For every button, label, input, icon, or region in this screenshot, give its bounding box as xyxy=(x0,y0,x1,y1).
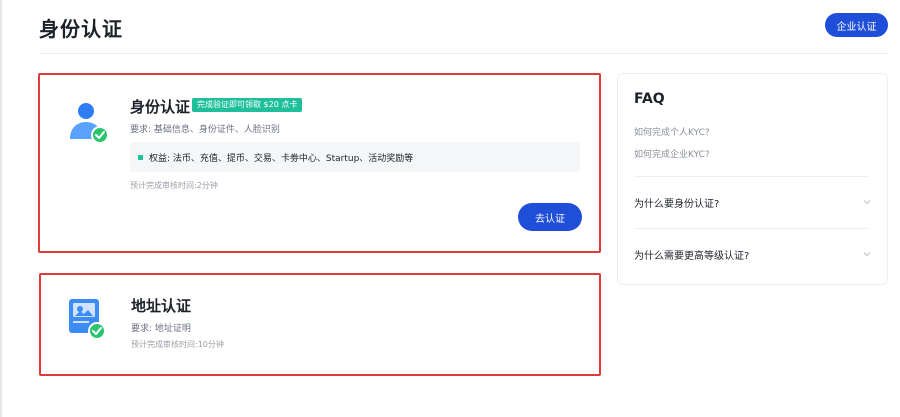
page-left-border xyxy=(0,0,2,417)
identity-review-time: 预计完成审核时间:2分钟 xyxy=(130,181,218,190)
faq-question-higher-level[interactable]: 为什么需要更高等级认证? xyxy=(634,244,874,264)
user-verified-icon xyxy=(70,103,109,144)
address-card-title: 地址认证 xyxy=(131,297,192,315)
identity-card-title: 身份认证 xyxy=(130,98,191,116)
page-title: 身份认证 xyxy=(39,17,123,41)
address-verification-card[interactable]: 地址认证 要求: 地址证明 预计完成审核时间:10分钟 xyxy=(39,273,601,376)
faq-link-personal-kyc[interactable]: 如何完成个人KYC? xyxy=(634,125,710,138)
address-requirements: 要求: 地址证明 xyxy=(131,324,191,334)
chevron-down-icon xyxy=(863,252,871,257)
go-verify-button[interactable]: 去认证 xyxy=(518,203,582,231)
address-review-time: 预计完成审核时间:10分钟 xyxy=(131,340,224,349)
bullet-icon xyxy=(138,154,143,160)
faq-divider xyxy=(634,176,868,177)
faq-panel: FAQ 如何完成个人KYC? 如何完成企业KYC? 为什么要身份认证? 为什么需… xyxy=(617,73,888,285)
faq-question-why-verify[interactable]: 为什么要身份认证? xyxy=(634,192,874,212)
faq-question-text: 为什么需要更高等级认证? xyxy=(634,251,750,262)
address-document-icon xyxy=(69,299,106,340)
header-divider xyxy=(39,53,888,54)
chevron-down-icon xyxy=(863,200,871,205)
identity-requirements: 要求: 基础信息、身份证件、人脸识别 xyxy=(130,125,280,135)
enterprise-verification-button[interactable]: 企业认证 xyxy=(825,13,888,37)
promo-badge: 完成验证即可领取 $20 点卡 xyxy=(192,98,303,112)
faq-link-enterprise-kyc[interactable]: 如何完成企业KYC? xyxy=(634,147,710,160)
benefits-box: 权益: 法币、充值、提币、交易、卡劵中心、Startup、活动奖励等 xyxy=(130,142,580,172)
benefits-text: 权益: 法币、充值、提币、交易、卡劵中心、Startup、活动奖励等 xyxy=(149,153,414,164)
identity-verification-card: 身份认证 完成验证即可领取 $20 点卡 要求: 基础信息、身份证件、人脸识别 … xyxy=(38,73,601,253)
faq-title: FAQ xyxy=(634,91,665,107)
faq-divider xyxy=(634,228,868,229)
faq-question-text: 为什么要身份认证? xyxy=(634,199,720,210)
